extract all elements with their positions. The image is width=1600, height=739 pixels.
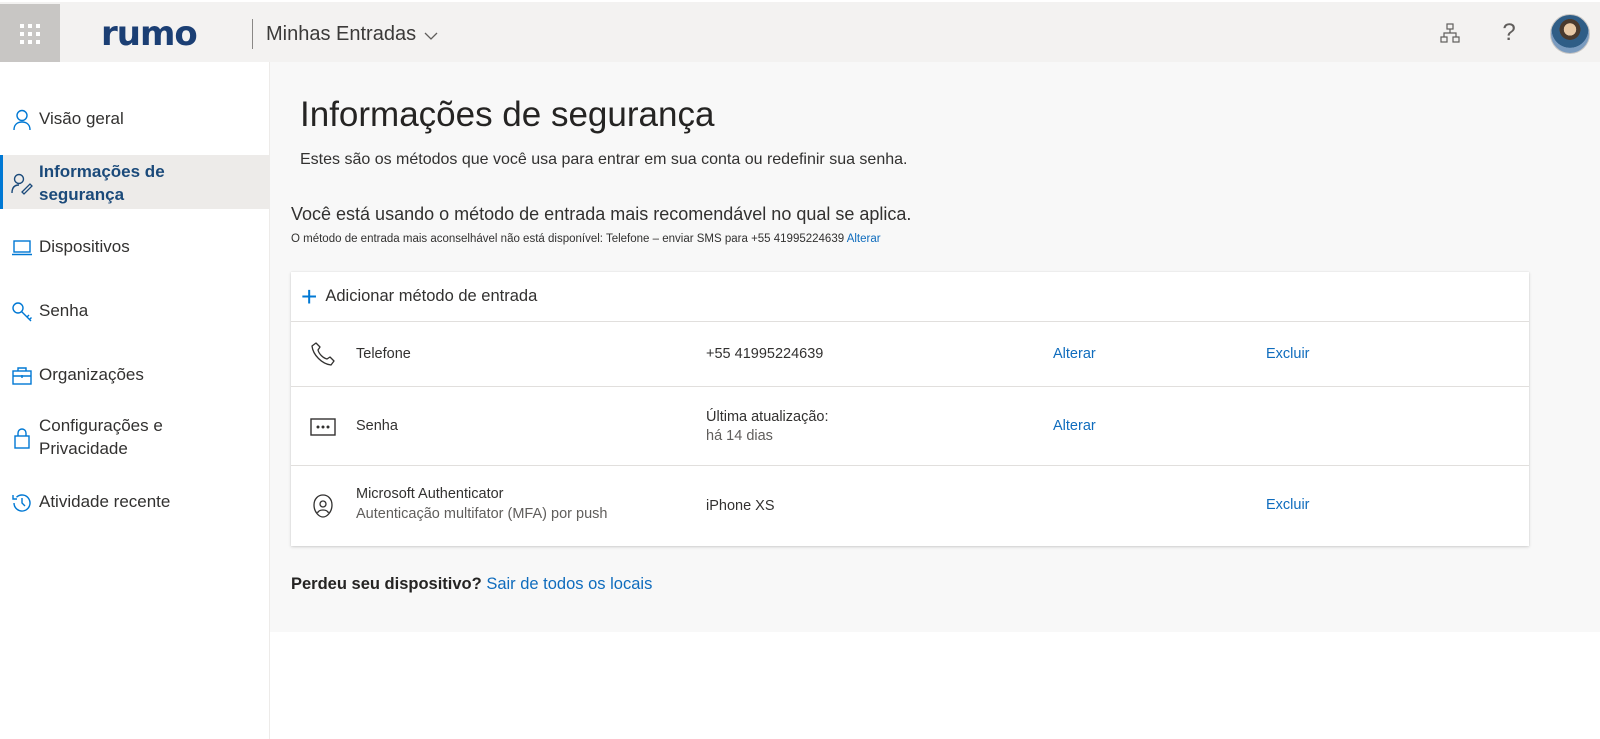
sidebar-item-settings-privacy[interactable]: Configurações e Privacidade	[0, 414, 269, 460]
main-content: Informações de segurança Estes são os mé…	[270, 62, 1600, 632]
method-row-authenticator: Microsoft Authenticator Autenticação mul…	[291, 466, 1529, 546]
avatar[interactable]	[1550, 14, 1590, 54]
password-dots-icon	[309, 413, 337, 441]
sidebar-item-label-line1: Configurações e	[39, 416, 163, 435]
change-phone-link[interactable]: Alterar	[1053, 346, 1096, 362]
phone-icon	[309, 340, 337, 368]
sign-out-everywhere-link[interactable]: Sair de todos os locais	[486, 575, 652, 593]
org-chart-icon[interactable]	[1438, 21, 1462, 45]
recommendation-text: O método de entrada mais aconselhável nã…	[291, 233, 881, 245]
sidebar: Visão geral Informações de segurança Dis…	[0, 62, 270, 739]
sidebar-item-label-line2: Privacidade	[39, 439, 128, 458]
method-value-line1: Última atualização:	[706, 409, 829, 425]
recommendation-detail: O método de entrada mais aconselhável nã…	[291, 233, 845, 245]
delete-authenticator-link[interactable]: Excluir	[1266, 497, 1310, 513]
method-row-phone: Telefone +55 41995224639 Alterar Excluir	[291, 322, 1529, 387]
add-method-button[interactable]: + Adicionar método de entrada	[291, 272, 1529, 322]
sidebar-item-overview[interactable]: Visão geral	[0, 107, 269, 132]
method-row-password: Senha Última atualização: há 14 dias Alt…	[291, 387, 1529, 466]
top-header: rumo Minhas Entradas ?	[0, 0, 1600, 64]
sidebar-item-organizations[interactable]: Organizações	[0, 363, 269, 388]
person-icon	[10, 108, 34, 132]
authenticator-icon	[309, 492, 337, 520]
key-icon	[10, 300, 34, 324]
methods-card: + Adicionar método de entrada Telefone +…	[291, 272, 1529, 546]
sidebar-item-label: Senha	[39, 301, 89, 320]
plus-icon: +	[301, 280, 318, 312]
help-icon[interactable]: ?	[1497, 19, 1521, 46]
add-method-label: Adicionar método de entrada	[325, 287, 538, 305]
page-subtitle: Estes são os métodos que você usa para e…	[300, 151, 908, 168]
sidebar-item-devices[interactable]: Dispositivos	[0, 235, 269, 260]
briefcase-icon	[10, 364, 34, 388]
method-name: Microsoft Authenticator	[356, 486, 504, 502]
sidebar-item-security-info[interactable]: Informações de segurança	[0, 155, 269, 209]
lost-device-section: Perdeu seu dispositivo? Sair de todos os…	[291, 575, 652, 594]
history-icon	[10, 491, 34, 515]
sidebar-item-label-line2: segurança	[39, 185, 125, 204]
recommendation-title: Você está usando o método de entrada mai…	[291, 204, 912, 224]
recommendation-change-link[interactable]: Alterar	[847, 233, 881, 245]
sidebar-item-label: Organizações	[39, 365, 144, 384]
method-name: Senha	[356, 418, 398, 434]
change-password-link[interactable]: Alterar	[1053, 418, 1096, 434]
method-value: +55 41995224639	[706, 346, 824, 362]
header-divider	[252, 19, 253, 49]
page-title: Informações de segurança	[300, 95, 715, 134]
sidebar-item-label: Visão geral	[39, 109, 124, 128]
lock-icon	[10, 426, 34, 450]
person-key-icon	[10, 172, 34, 196]
method-name: Telefone	[356, 346, 411, 362]
lost-device-question: Perdeu seu dispositivo?	[291, 575, 482, 593]
app-title-label: Minhas Entradas	[266, 23, 417, 45]
app-launcher-button[interactable]	[0, 4, 60, 64]
delete-phone-link[interactable]: Excluir	[1266, 346, 1310, 362]
sidebar-item-password[interactable]: Senha	[0, 299, 269, 324]
sidebar-item-label: Atividade recente	[39, 492, 171, 511]
laptop-icon	[10, 236, 34, 260]
sidebar-item-label: Dispositivos	[39, 237, 130, 256]
sidebar-item-label-line1: Informações de	[39, 162, 165, 181]
app-title-dropdown[interactable]: Minhas Entradas	[266, 23, 438, 46]
brand-logo: rumo	[101, 14, 198, 54]
method-value: iPhone XS	[706, 498, 775, 514]
chevron-down-icon	[424, 32, 438, 40]
method-description: Autenticação multifator (MFA) por push	[356, 506, 608, 522]
method-value-line2: há 14 dias	[706, 428, 773, 444]
sidebar-item-recent-activity[interactable]: Atividade recente	[0, 490, 269, 515]
waffle-icon	[20, 24, 40, 44]
